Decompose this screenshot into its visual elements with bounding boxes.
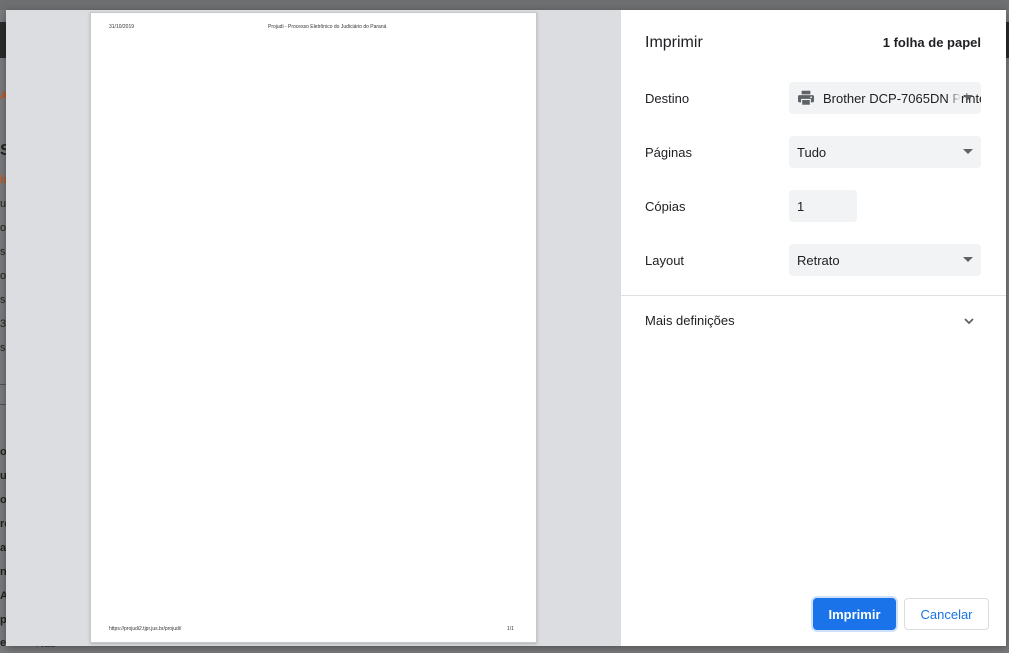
layout-label: Layout [645,253,685,268]
background-top-bar [0,0,1009,10]
cancel-button[interactable]: Cancelar [904,598,989,630]
destination-label: Destino [645,91,690,106]
copies-label: Cópias [645,199,686,214]
preview-page: 31/10/2019 Projudi - Processo Eletrônico… [90,12,537,643]
pages-value: Tudo [797,144,827,160]
print-settings-panel: Imprimir 1 folha de papel Destino Brothe… [621,10,1006,646]
dialog-title: Imprimir [645,34,703,51]
layout-select[interactable]: Retrato [789,244,981,276]
sheet-count: 1 folha de papel [882,35,981,50]
chevron-down-icon[interactable] [962,314,976,328]
print-button[interactable]: Imprimir [813,598,896,630]
preview-header-date: 31/10/2019 [109,24,135,30]
more-settings-toggle[interactable]: Mais definições [645,313,735,328]
chevron-down-icon [963,95,973,100]
preview-footer-page: 1/1 [507,626,514,632]
print-dialog: 31/10/2019 Projudi - Processo Eletrônico… [6,10,1006,646]
pages-label: Páginas [645,145,692,160]
layout-value: Retrato [797,252,840,268]
preview-footer-url: https://projudi2.tjpr.jus.br/projudi/ [109,626,182,632]
preview-header-title: Projudi - Processo Eletrônico do Judiciá… [268,24,387,30]
print-preview-area: 31/10/2019 Projudi - Processo Eletrônico… [6,10,621,646]
chevron-down-icon [963,257,973,262]
copies-input[interactable]: 1 [789,190,857,222]
printer-icon [798,90,814,106]
pages-select[interactable]: Tudo [789,136,981,168]
settings-divider [621,295,1006,296]
destination-select[interactable]: Brother DCP-7065DN Printer [789,82,981,114]
chevron-down-icon [963,149,973,154]
